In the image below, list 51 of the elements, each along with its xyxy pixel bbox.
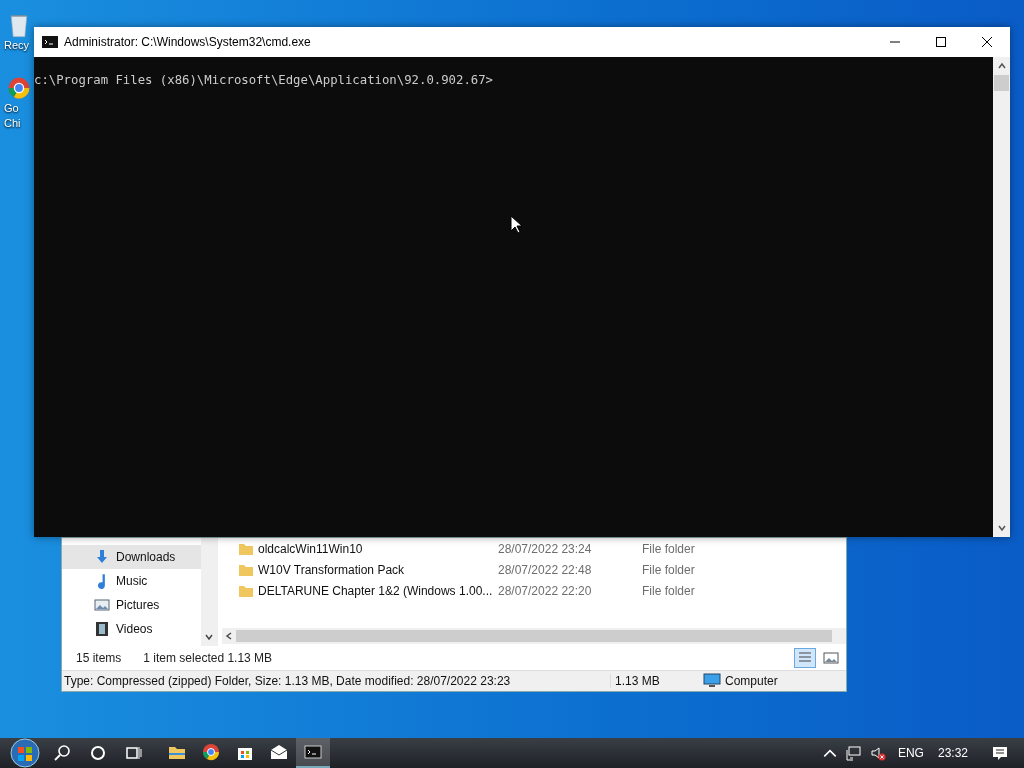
picture-icon (94, 597, 110, 613)
command-prompt: c:\Program Files (x86)\Microsoft\Edge\Application\92.0.902.67> (34, 73, 494, 87)
desktop-icon-label[interactable]: Go (4, 101, 19, 116)
scroll-thumb[interactable] (236, 630, 832, 642)
item-count: 15 items (76, 651, 122, 665)
chevron-down-icon[interactable] (204, 632, 214, 642)
file-type: File folder (642, 583, 695, 598)
file-type: File folder (642, 541, 695, 556)
details-text: Type: Compressed (zipped) Folder, Size: 1.13 MB, Date modified: 28/07/2022 23:23 (64, 674, 512, 688)
taskbar-app[interactable] (296, 738, 330, 768)
location-label: Computer (725, 674, 778, 688)
cortana-circle-icon[interactable] (88, 743, 108, 763)
file-date: 28/07/2022 22:48 (498, 562, 593, 577)
window-title: Administrator: C:\Windows\System32\cmd.exe (64, 35, 311, 49)
browser-icon (201, 742, 221, 762)
scrollbar[interactable] (201, 538, 217, 646)
nav-item[interactable]: Downloads (62, 545, 201, 569)
nav-item[interactable]: Pictures (62, 593, 201, 617)
mail-icon (269, 742, 289, 762)
clock[interactable]: 23:32 (937, 746, 968, 760)
file-type: File folder (642, 562, 695, 577)
selection-info: 1 item selected 1.13 MB (143, 651, 273, 665)
network-icon[interactable] (845, 745, 862, 761)
file-name[interactable]: DELTARUNE Chapter 1&2 (Windows 1.00... (258, 583, 498, 598)
file-size: 1.13 MB (610, 674, 699, 688)
nav-item[interactable]: Music (62, 569, 201, 593)
chevron-left-icon[interactable] (224, 631, 234, 641)
scrollbar[interactable] (993, 57, 1010, 537)
film-icon (94, 621, 110, 637)
maximize-icon (935, 36, 947, 48)
language-indicator[interactable]: ENG (897, 746, 924, 760)
search-icon[interactable] (52, 743, 72, 763)
close-icon (981, 36, 993, 48)
browser-icon[interactable] (6, 75, 32, 101)
console-icon (303, 742, 323, 762)
start-button[interactable] (10, 738, 40, 768)
file-date: 28/07/2022 22:20 (498, 583, 593, 598)
nav-item[interactable]: Videos (62, 617, 201, 641)
chevron-up-icon[interactable] (996, 61, 1007, 71)
file-name[interactable]: W10V Transformation Pack (258, 562, 498, 577)
scroll-thumb[interactable] (994, 75, 1009, 91)
monitor-icon (703, 673, 721, 689)
chevron-down-icon[interactable] (996, 523, 1007, 533)
speaker-muted-icon[interactable] (869, 745, 886, 761)
file-name[interactable]: oldcalcWin11Win10 (258, 541, 498, 556)
mouse-pointer-icon (510, 215, 522, 234)
horizontal-scrollbar[interactable] (222, 628, 846, 644)
download-arrow-icon (94, 549, 110, 565)
file-date: 28/07/2022 23:24 (498, 541, 593, 556)
console-icon (42, 36, 58, 48)
notification-icon[interactable] (992, 745, 1008, 761)
